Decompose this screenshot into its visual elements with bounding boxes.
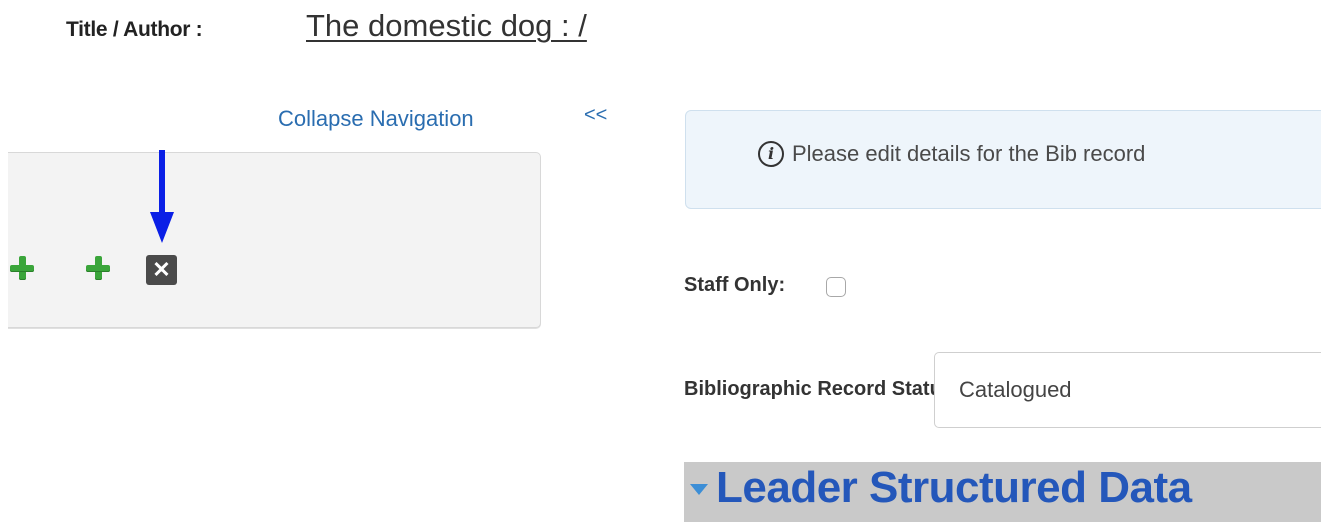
info-icon: i [758, 141, 784, 167]
annotation-arrow-icon [150, 150, 174, 243]
record-status-dropdown[interactable]: Catalogued [934, 352, 1321, 428]
record-status-value: Catalogued [959, 377, 1072, 402]
add-icon[interactable] [10, 256, 34, 280]
title-author-value[interactable]: The domestic dog : / [306, 8, 587, 44]
staff-only-label: Staff Only: [684, 274, 786, 296]
delete-icon[interactable]: ✕ [146, 255, 177, 285]
record-status-label: Bibliographic Record Status: [684, 378, 960, 400]
add-icon[interactable] [86, 256, 110, 280]
title-author-label: Title / Author : [66, 18, 203, 41]
leader-section-title[interactable]: Leader Structured Data [716, 463, 1192, 513]
collapse-navigation-link[interactable]: Collapse Navigation [278, 106, 474, 132]
staff-only-checkbox[interactable] [826, 277, 846, 297]
caret-down-icon[interactable] [690, 484, 708, 495]
collapse-navigation-arrows[interactable]: << [584, 104, 607, 127]
info-alert-text: Please edit details for the Bib record [792, 141, 1146, 166]
navigation-panel [8, 152, 541, 328]
